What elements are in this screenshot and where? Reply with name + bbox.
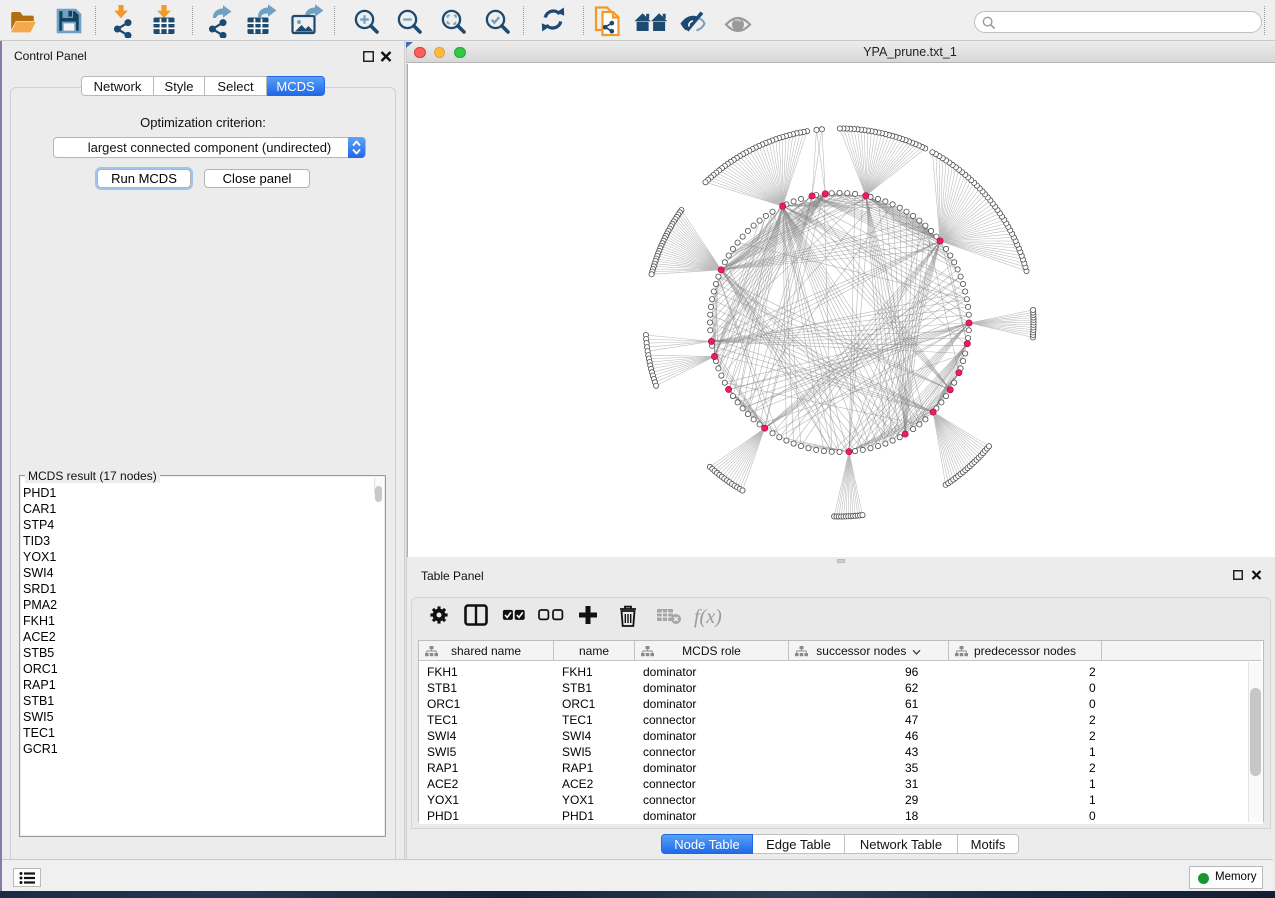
svg-text:f(x): f(x) [694,606,722,628]
